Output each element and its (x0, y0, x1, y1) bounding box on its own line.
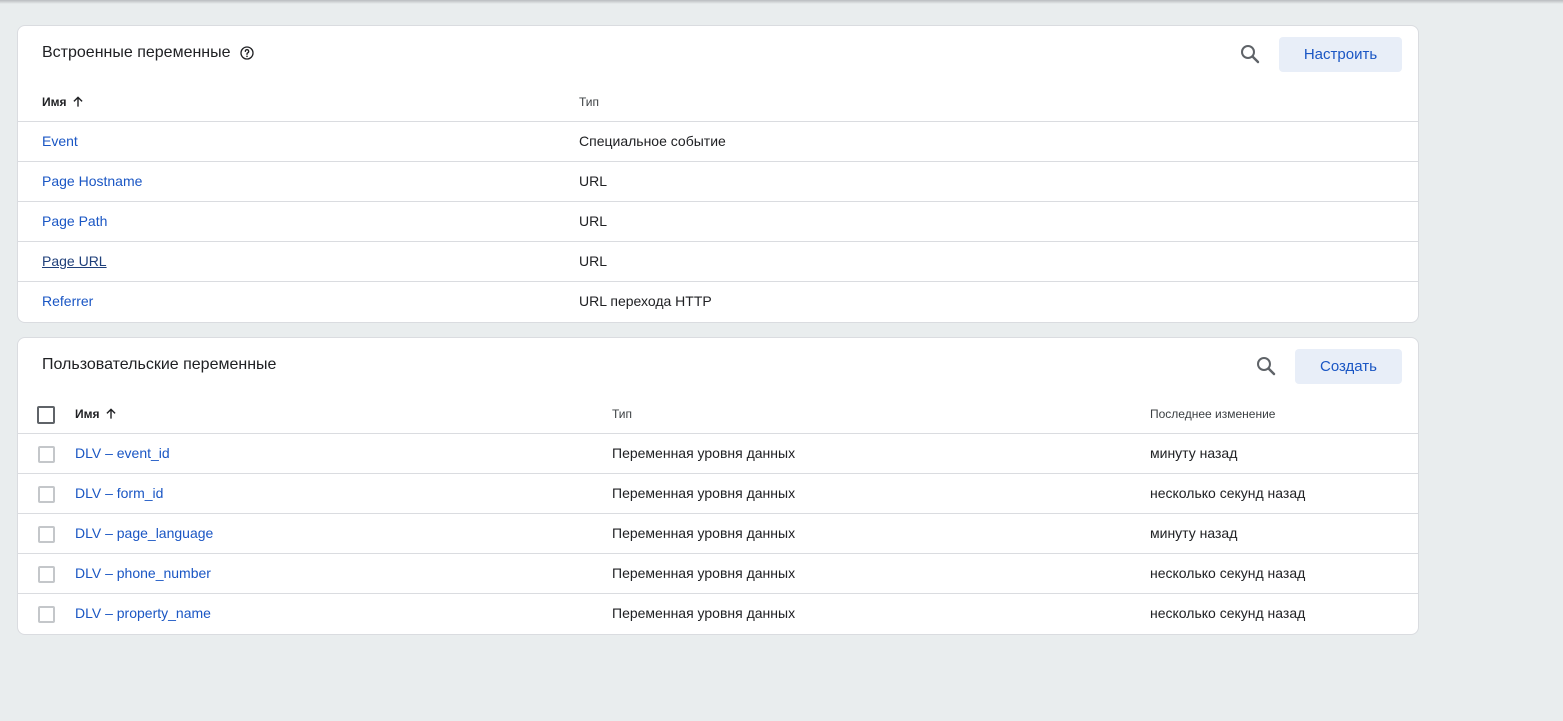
user-variables-title-wrap: Пользовательские переменные (42, 356, 276, 374)
user-table-header: Имя Тип Последнее изменение (18, 398, 1418, 434)
arrow-up-icon (72, 96, 83, 107)
search-icon[interactable] (1254, 354, 1278, 378)
user-variables-title: Пользовательские переменные (42, 356, 277, 373)
builtin-variables-card: Встроенные переменные Настроить Имя Тип … (17, 25, 1419, 323)
arrow-up-icon (105, 408, 116, 419)
create-button[interactable]: Создать (1295, 349, 1402, 384)
help-circle-icon[interactable] (239, 45, 255, 61)
table-row: Page Hostname URL (18, 162, 1418, 202)
table-row: Event Специальное событие (18, 122, 1418, 162)
column-header-name[interactable]: Имя (42, 95, 85, 109)
variable-type: Переменная уровня данных (612, 445, 796, 461)
variable-link[interactable]: DLV – page_language (75, 525, 213, 541)
top-bar-shadow (0, 0, 1563, 4)
row-checkbox[interactable] (38, 446, 55, 463)
variable-type: Переменная уровня данных (612, 565, 796, 581)
variable-link[interactable]: DLV – event_id (75, 445, 170, 461)
column-header-name-label: Имя (75, 407, 100, 421)
builtin-variables-title: Встроенные переменные (42, 44, 231, 61)
variable-link[interactable]: DLV – property_name (75, 605, 211, 621)
table-row: Page URL URL (18, 242, 1418, 282)
search-icon[interactable] (1238, 42, 1262, 66)
builtin-variables-title-wrap: Встроенные переменные (42, 44, 255, 62)
column-header-name-label: Имя (42, 95, 67, 109)
variable-link[interactable]: Event (42, 133, 78, 149)
row-checkbox[interactable] (38, 566, 55, 583)
table-row: DLV – form_id Переменная уровня данных н… (18, 474, 1418, 514)
table-row: DLV – property_name Переменная уровня да… (18, 594, 1418, 634)
row-checkbox[interactable] (38, 606, 55, 623)
variable-link[interactable]: Page Hostname (42, 173, 142, 189)
row-checkbox[interactable] (38, 526, 55, 543)
select-all-checkbox[interactable] (37, 406, 55, 424)
user-variables-card: Пользовательские переменные Создать Имя … (17, 337, 1419, 635)
variable-modified: минуту назад (1150, 445, 1238, 461)
variable-type: Переменная уровня данных (612, 485, 796, 501)
column-header-type: Тип (579, 95, 600, 109)
variable-modified: несколько секунд назад (1150, 485, 1306, 501)
builtin-table-body: Event Специальное событие Page Hostname … (18, 122, 1418, 322)
variable-modified: минуту назад (1150, 525, 1238, 541)
variable-type: URL (579, 253, 608, 269)
variable-link[interactable]: Referrer (42, 293, 93, 309)
variable-type: URL (579, 173, 608, 189)
table-row: DLV – phone_number Переменная уровня дан… (18, 554, 1418, 594)
table-row: DLV – page_language Переменная уровня да… (18, 514, 1418, 554)
variable-link[interactable]: Page Path (42, 213, 107, 229)
variable-modified: несколько секунд назад (1150, 605, 1306, 621)
column-header-modified: Последнее изменение (1150, 407, 1276, 421)
column-header-name[interactable]: Имя (75, 407, 118, 421)
builtin-variables-header: Встроенные переменные Настроить (18, 26, 1418, 86)
configure-button[interactable]: Настроить (1279, 37, 1402, 72)
row-checkbox[interactable] (38, 486, 55, 503)
table-row: Page Path URL (18, 202, 1418, 242)
builtin-table-header: Имя Тип (18, 86, 1418, 122)
variable-link[interactable]: Page URL (42, 253, 107, 269)
variable-type: URL (579, 213, 608, 229)
user-table-body: DLV – event_id Переменная уровня данных … (18, 434, 1418, 634)
variable-type: Переменная уровня данных (612, 525, 796, 541)
column-header-type: Тип (612, 407, 633, 421)
variable-link[interactable]: DLV – form_id (75, 485, 163, 501)
variable-link[interactable]: DLV – phone_number (75, 565, 211, 581)
variable-modified: несколько секунд назад (1150, 565, 1306, 581)
variable-type: Специальное событие (579, 133, 726, 149)
variable-type: Переменная уровня данных (612, 605, 796, 621)
user-variables-header: Пользовательские переменные Создать (18, 338, 1418, 398)
table-row: Referrer URL перехода HTTP (18, 282, 1418, 322)
table-row: DLV – event_id Переменная уровня данных … (18, 434, 1418, 474)
variable-type: URL перехода HTTP (579, 293, 712, 309)
